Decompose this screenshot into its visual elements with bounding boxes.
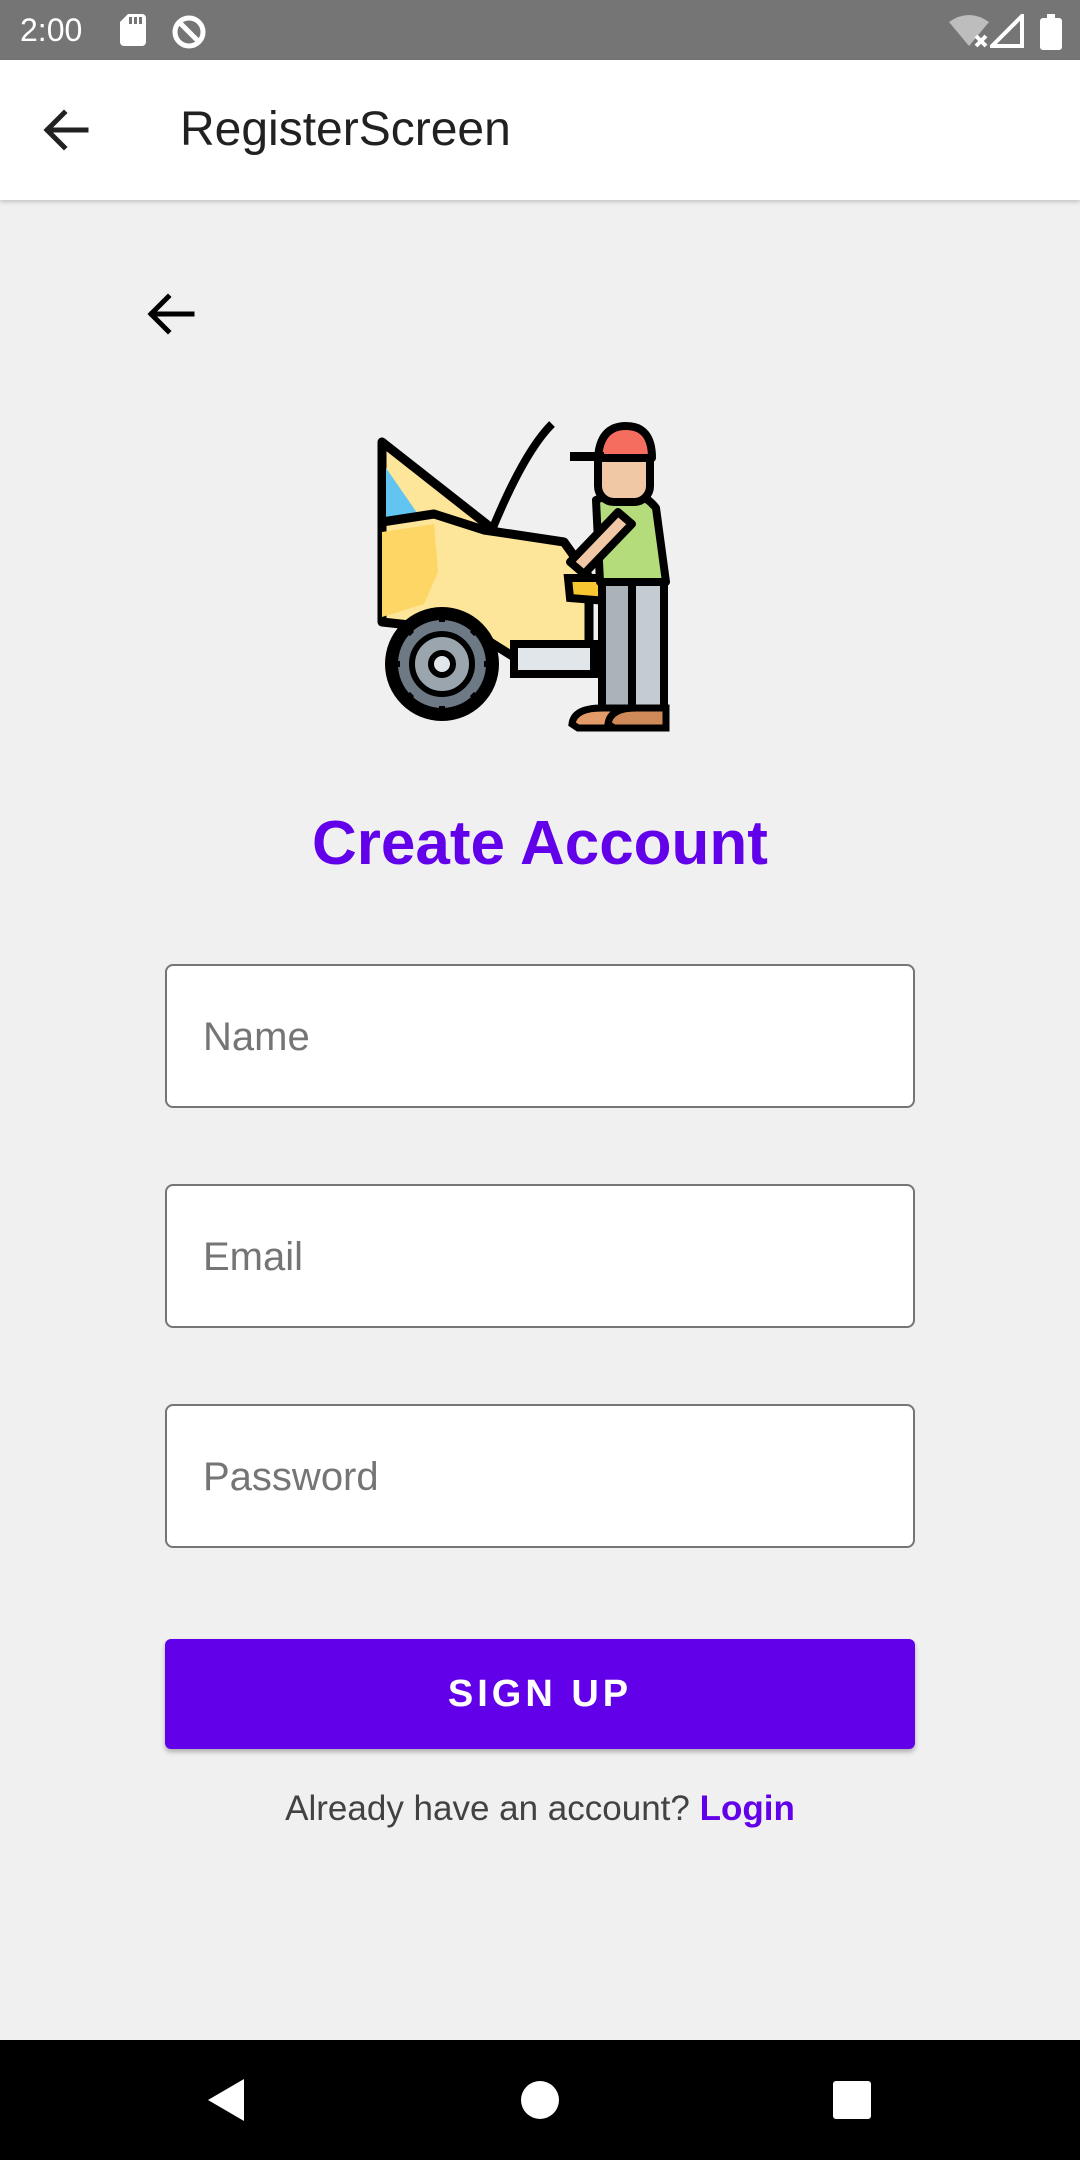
wifi-off-icon [949,15,989,48]
page-title: Create Account [312,809,768,878]
login-prompt-text: Already have an account? [285,1789,700,1828]
recents-square-icon[interactable] [832,2076,872,2124]
arrow-back-icon[interactable] [40,104,92,156]
sign-up-button[interactable]: SIGN UP [165,1639,915,1749]
battery-icon [1040,14,1062,50]
name-field-container [165,964,915,1108]
signal-icon [990,14,1024,48]
arrow-back-icon[interactable] [146,292,196,336]
car-mechanic-illustration [377,421,670,732]
sd-card-icon [120,14,146,46]
app-bar-title: RegisterScreen [180,103,511,156]
password-field[interactable] [201,1406,885,1548]
name-field[interactable] [201,966,885,1108]
app-bar: RegisterScreen [0,60,1080,200]
email-field-container [165,1184,915,1328]
email-field[interactable] [201,1186,885,1328]
password-field-container [165,1404,915,1548]
home-circle-icon[interactable] [520,2076,560,2124]
status-bar: 2:00 [0,0,1080,60]
status-time: 2:00 [20,12,83,48]
login-link[interactable]: Login [700,1789,795,1828]
data-saver-icon [172,15,206,49]
login-prompt: Already have an account? Login [0,1786,1080,1832]
system-nav-bar [0,2040,1080,2160]
back-triangle-icon[interactable] [204,2076,246,2124]
